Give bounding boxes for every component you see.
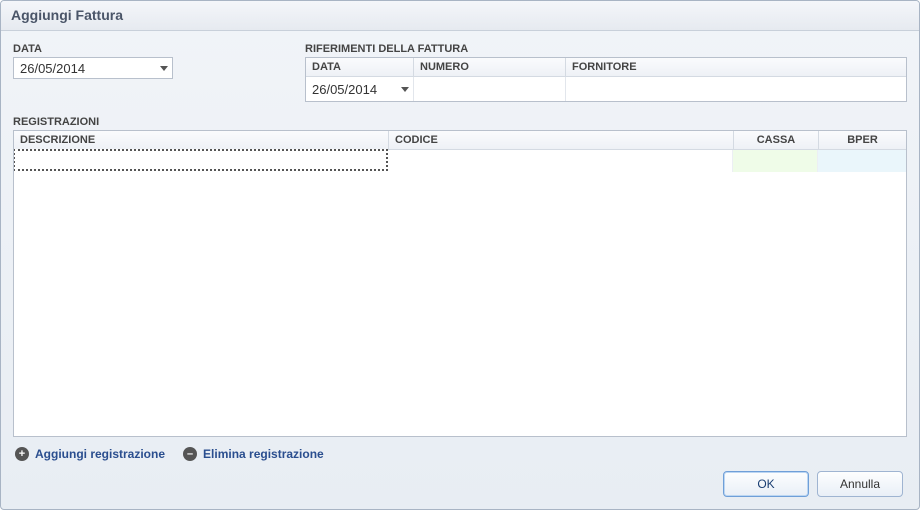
registrazioni-grid: DESCRIZIONE CODICE CASSA BPER (13, 130, 907, 437)
table-row[interactable] (14, 150, 906, 172)
label-data: DATA (13, 43, 283, 55)
col-header-numero: NUMERO (414, 58, 566, 77)
col-header-data: DATA (306, 58, 414, 77)
rif-fornitore-input[interactable] (566, 77, 906, 101)
minus-icon (183, 447, 197, 461)
delete-registrazione-button[interactable]: Elimina registrazione (183, 447, 324, 461)
col-header-bper: BPER (819, 131, 906, 150)
col-header-fornitore: FORNITORE (566, 58, 906, 77)
riferimenti-grid: DATA NUMERO FORNITORE 26/05/2014 (305, 57, 907, 102)
add-registrazione-button[interactable]: Aggiungi registrazione (15, 447, 165, 461)
dialog-window: Aggiungi Fattura DATA 26/05/2014 RIFERIM… (0, 0, 920, 510)
riferimenti-header: DATA NUMERO FORNITORE (306, 58, 906, 77)
chevron-down-icon (401, 87, 409, 92)
rif-numero-input[interactable] (414, 77, 565, 101)
dialog-content: DATA 26/05/2014 RIFERIMENTI DELLA FATTUR… (1, 31, 919, 509)
cell-codice[interactable] (388, 150, 733, 172)
group-riferimenti: RIFERIMENTI DELLA FATTURA DATA NUMERO FO… (305, 43, 907, 102)
dialog-buttons: OK Annulla (13, 465, 907, 499)
top-row: DATA 26/05/2014 RIFERIMENTI DELLA FATTUR… (13, 43, 907, 102)
label-riferimenti: RIFERIMENTI DELLA FATTURA (305, 43, 907, 55)
plus-icon (15, 447, 29, 461)
ok-button[interactable]: OK (723, 471, 809, 497)
cell-cassa[interactable] (733, 150, 818, 172)
grid-body (14, 150, 906, 436)
riferimenti-row: 26/05/2014 (306, 77, 906, 101)
label-registrazioni: REGISTRAZIONI (13, 116, 907, 128)
col-header-descrizione: DESCRIZIONE (14, 131, 389, 150)
col-header-cassa: CASSA (734, 131, 819, 150)
delete-registrazione-label: Elimina registrazione (203, 447, 324, 461)
col-header-codice: CODICE (389, 131, 734, 150)
group-data: DATA 26/05/2014 (13, 43, 283, 102)
grid-header: DESCRIZIONE CODICE CASSA BPER (14, 131, 906, 150)
rif-date-value: 26/05/2014 (312, 82, 377, 97)
chevron-down-icon (160, 66, 168, 71)
dialog-title: Aggiungi Fattura (1, 1, 919, 31)
date-dropdown-value: 26/05/2014 (20, 61, 85, 76)
grid-footer-actions: Aggiungi registrazione Elimina registraz… (13, 437, 907, 465)
add-registrazione-label: Aggiungi registrazione (35, 447, 165, 461)
cell-descrizione[interactable] (13, 149, 388, 171)
date-dropdown[interactable]: 26/05/2014 (13, 57, 173, 79)
cell-bper[interactable] (818, 150, 906, 172)
cancel-button[interactable]: Annulla (817, 471, 903, 497)
rif-date-dropdown[interactable]: 26/05/2014 (306, 77, 413, 101)
